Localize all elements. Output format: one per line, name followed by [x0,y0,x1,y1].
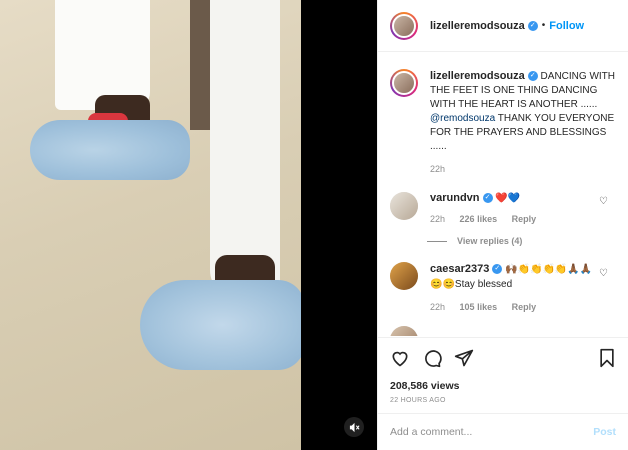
comment-like-icon[interactable]: ♡ [599,268,608,279]
mute-icon [349,422,360,432]
view-count[interactable]: 208,586 views [390,380,616,392]
comments-list[interactable]: lizelleremodsouza ✓ DANCING WITH THE FEET… [378,53,628,336]
post-timestamp[interactable]: 22 HOURS AGO [390,397,616,404]
verified-icon: ✓ [482,193,493,204]
post-button[interactable]: Post [593,426,616,438]
comment-text: 🙌🏾👏👏👏👏🙏🏾🙏🏾 [505,264,593,275]
comment: varundvn ✓ ❤️💙 22h 226 likes Reply ♡ [378,192,628,224]
post-header: lizelleremodsouza ✓ • Follow [378,0,628,52]
share-icon[interactable] [454,348,474,368]
comment-text-2: 😊😊Stay blessed [430,279,513,290]
author-avatar[interactable] [390,11,418,40]
caption-meta: 22h [430,164,616,174]
caption-time[interactable]: 22h [430,164,445,174]
separator-dot: • [541,20,546,31]
comment-likes[interactable]: 226 likes [460,214,498,224]
caption-avatar[interactable] [390,69,418,97]
verified-icon: ✓ [527,71,538,82]
comment-time[interactable]: 22h [430,214,445,224]
caption-mention[interactable]: @remodsouza [430,113,495,124]
comment-time[interactable]: 22h [430,302,445,312]
view-replies-button[interactable]: View replies (4) [427,236,628,246]
caption-username[interactable]: lizelleremodsouza [430,70,525,82]
heart-icon[interactable] [390,348,410,368]
follow-button[interactable]: Follow [549,20,584,32]
comment-avatar[interactable] [390,326,418,336]
reply-button[interactable]: Reply [512,302,537,312]
comment-avatar[interactable] [390,262,418,290]
post-sidebar: lizelleremodsouza ✓ • Follow lizelleremo… [377,0,628,450]
comment-partial [378,326,628,336]
comment-meta: 22h 105 likes Reply [430,302,616,312]
comment-avatar[interactable] [390,192,418,220]
video-player[interactable] [0,0,301,450]
author-username[interactable]: lizelleremodsouza [430,20,525,32]
comment-username[interactable]: caesar2373 [430,263,489,275]
comment-composer: Post [378,413,628,450]
comment-like-icon[interactable]: ♡ [599,196,608,207]
comment-icon[interactable] [422,348,442,368]
reply-button[interactable]: Reply [512,214,537,224]
comment-username[interactable]: varundvn [430,192,480,204]
verified-icon: ✓ [527,20,538,31]
comment-likes[interactable]: 105 likes [460,302,498,312]
comment-text: ❤️💙 [495,193,521,204]
comment-meta: 22h 226 likes Reply [430,214,616,224]
comment: caesar2373 ✓ 🙌🏾👏👏👏👏🙏🏾🙏🏾 😊😊Stay blessed 22… [378,262,628,312]
caption: lizelleremodsouza ✓ DANCING WITH THE FEET… [378,69,628,174]
caption-text: lizelleremodsouza ✓ DANCING WITH THE FEET… [430,69,616,154]
post-actions: 208,586 views 22 HOURS AGO [378,337,628,404]
bookmark-icon[interactable] [598,348,616,368]
mute-button[interactable] [344,417,364,437]
verified-icon: ✓ [492,264,503,275]
post-media[interactable] [0,0,377,450]
post-modal: lizelleremodsouza ✓ • Follow lizelleremo… [0,0,628,450]
view-replies-label: View replies (4) [457,236,523,246]
comment-input[interactable] [390,426,594,438]
